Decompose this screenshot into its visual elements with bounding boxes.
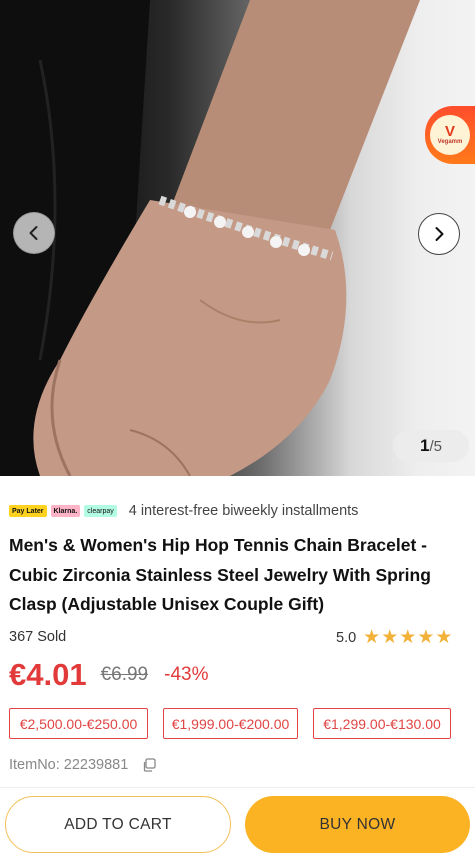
image-counter-current: 1 (420, 436, 430, 455)
original-price: €6.99 (100, 664, 149, 685)
chevron-left-icon (29, 226, 38, 240)
brand-badge-mark: V (444, 123, 455, 140)
current-price: €4.01 (9, 657, 87, 692)
add-to-cart-button[interactable]: ADD TO CART (5, 796, 231, 853)
divider (0, 787, 475, 788)
copy-icon[interactable] (142, 758, 156, 772)
product-photo (0, 0, 420, 476)
item-number-text: ItemNo: 22239881 (9, 757, 129, 773)
item-number: ItemNo: 22239881 (9, 757, 156, 773)
coupon-list: €2,500.00-€250.00 €1,999.00-€200.00 €1,2… (9, 708, 466, 739)
product-title: Men's & Women's Hip Hop Tennis Chain Bra… (9, 535, 431, 614)
product-rating[interactable]: 5.0 ★ ★ ★ ★ ★ (336, 628, 452, 647)
next-image-button[interactable] (418, 213, 460, 255)
clearpay-logo: clearpay (84, 505, 117, 517)
coupon-tag[interactable]: €1,999.00-€200.00 (163, 708, 298, 739)
star-icon: ★ (381, 627, 399, 648)
chevron-right-icon (435, 227, 444, 241)
coupon-tag[interactable]: €2,500.00-€250.00 (9, 708, 148, 739)
rating-score: 5.0 (336, 629, 357, 646)
discount-percent: -43% (164, 664, 209, 685)
installment-info[interactable]: Pay Later Klarna. clearpay 4 interest-fr… (9, 501, 358, 521)
buy-now-button[interactable]: BUY NOW (245, 796, 470, 853)
price-row: €4.01 €6.99 -43% (9, 655, 208, 695)
product-image-gallery[interactable]: V Vegamm 1 /5 (0, 0, 475, 476)
image-counter-total: /5 (429, 437, 442, 455)
sold-count: 367 Sold (9, 629, 67, 645)
star-icon: ★ (435, 627, 453, 648)
star-icon: ★ (399, 627, 417, 648)
brand-badge-logo: V Vegamm (430, 115, 470, 155)
installments-text: 4 interest-free biweekly installments (128, 503, 359, 519)
image-counter: 1 /5 (393, 430, 469, 462)
star-icon: ★ (417, 627, 435, 648)
klarna-logo: Klarna. (50, 505, 81, 517)
paylater-logo: Pay Later (9, 505, 47, 517)
star-icon: ★ (363, 627, 381, 648)
brand-promo-badge[interactable]: V Vegamm (425, 106, 475, 164)
previous-image-button[interactable] (13, 212, 55, 254)
coupon-tag[interactable]: €1,299.00-€130.00 (313, 708, 451, 739)
brand-badge-text: Vegamm (437, 139, 463, 145)
